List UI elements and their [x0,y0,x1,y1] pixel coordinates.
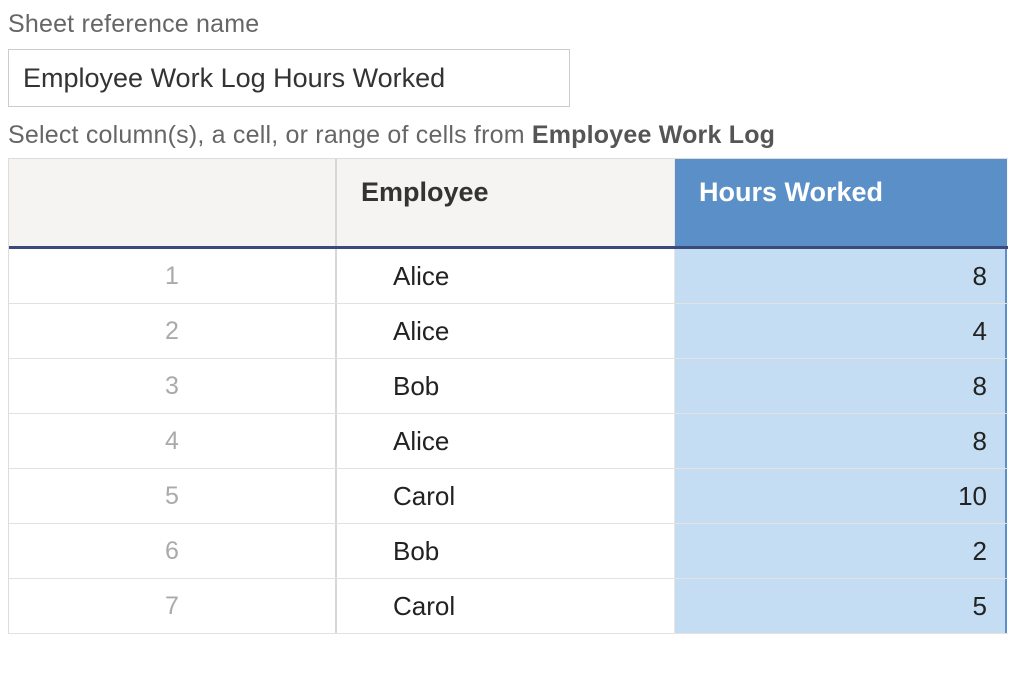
select-instruction-source-name: Employee Work Log [532,121,775,149]
cell-hours-worked[interactable]: 2 [675,524,1007,578]
cell-employee[interactable]: Alice [337,304,675,358]
sheet-reference-name-input[interactable] [8,49,570,107]
grid-header-row: Employee Hours Worked [9,159,1008,249]
data-grid[interactable]: Employee Hours Worked 1 Alice 8 2 Alice … [8,158,1008,634]
column-header-employee[interactable]: Employee [337,159,675,246]
cell-employee[interactable]: Carol [337,579,675,633]
cell-hours-worked[interactable]: 8 [675,249,1007,303]
table-row: 4 Alice 8 [9,414,1008,469]
row-number[interactable]: 2 [9,304,337,358]
cell-hours-worked[interactable]: 8 [675,414,1007,468]
cell-hours-worked[interactable]: 4 [675,304,1007,358]
row-number[interactable]: 7 [9,579,337,633]
row-number[interactable]: 6 [9,524,337,578]
cell-employee[interactable]: Carol [337,469,675,523]
table-row: 2 Alice 4 [9,304,1008,359]
sheet-reference-name-label: Sheet reference name [8,10,1016,39]
column-header-hours-worked[interactable]: Hours Worked [675,159,1007,246]
cell-hours-worked[interactable]: 10 [675,469,1007,523]
column-header-rownum[interactable] [9,159,337,246]
cell-employee[interactable]: Alice [337,414,675,468]
cell-employee[interactable]: Bob [337,524,675,578]
table-row: 7 Carol 5 [9,579,1008,634]
table-row: 3 Bob 8 [9,359,1008,414]
select-instruction: Select column(s), a cell, or range of ce… [8,121,1016,150]
cell-hours-worked[interactable]: 5 [675,579,1007,633]
row-number[interactable]: 5 [9,469,337,523]
row-number[interactable]: 1 [9,249,337,303]
cell-employee[interactable]: Bob [337,359,675,413]
cell-employee[interactable]: Alice [337,249,675,303]
table-row: 6 Bob 2 [9,524,1008,579]
table-row: 5 Carol 10 [9,469,1008,524]
row-number[interactable]: 3 [9,359,337,413]
table-row: 1 Alice 8 [9,249,1008,304]
cell-hours-worked[interactable]: 8 [675,359,1007,413]
select-instruction-text: Select column(s), a cell, or range of ce… [8,121,532,149]
row-number[interactable]: 4 [9,414,337,468]
